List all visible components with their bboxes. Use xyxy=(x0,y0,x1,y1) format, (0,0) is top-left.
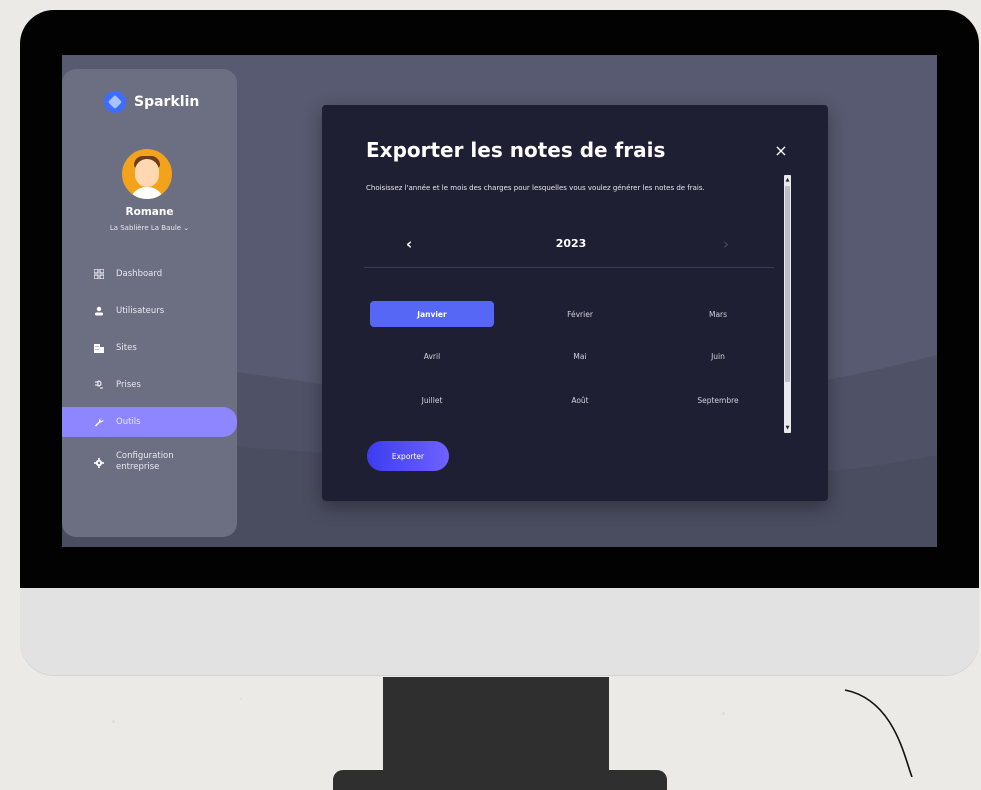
month-button-juin[interactable]: Juin xyxy=(656,343,780,369)
month-button-avril[interactable]: Avril xyxy=(370,343,494,369)
scroll-up-icon[interactable]: ▲ xyxy=(784,175,791,185)
avatar-shirt xyxy=(130,187,164,199)
site-selector[interactable]: La Sablière La Baule ⌄ xyxy=(62,224,237,232)
month-button-septembre[interactable]: Septembre xyxy=(656,387,780,413)
gear-icon xyxy=(93,457,105,469)
export-modal: Exporter les notes de frais × Choisissez… xyxy=(322,105,828,501)
month-button-fevrier[interactable]: Février xyxy=(518,301,642,327)
month-button-aout[interactable]: Août xyxy=(518,387,642,413)
plug-icon xyxy=(93,379,105,391)
monitor-stand-neck xyxy=(383,677,609,777)
sidebar-item-configuration-entreprise[interactable]: Configuration entreprise xyxy=(62,447,237,487)
month-button-juillet[interactable]: Juillet xyxy=(370,387,494,413)
grid-icon xyxy=(93,268,105,280)
background-speck xyxy=(722,712,725,715)
sidebar-item-label: Dashboard xyxy=(116,269,163,279)
background-speck xyxy=(240,698,242,700)
user-icon xyxy=(93,305,105,317)
scroll-down-icon[interactable]: ▼ xyxy=(784,423,791,433)
month-button-janvier[interactable]: Janvier xyxy=(370,301,494,327)
sidebar-item-sites[interactable]: Sites xyxy=(62,333,237,363)
sidebar-item-label: Utilisateurs xyxy=(116,306,165,316)
sparklin-logo-icon xyxy=(104,91,126,113)
scrollbar[interactable]: ▲ ▼ xyxy=(784,175,791,433)
building-icon xyxy=(93,342,105,354)
sidebar-item-prises[interactable]: Prises xyxy=(62,370,237,400)
sidebar-item-outils[interactable]: Outils xyxy=(62,407,237,437)
app-screen: Sparklin Romane La Sablière La Baule ⌄ D… xyxy=(62,55,937,547)
monitor-stand-base xyxy=(333,770,667,790)
sidebar-item-label: Outils xyxy=(116,417,141,427)
avatar[interactable] xyxy=(122,149,172,199)
sidebar-item-label: Prises xyxy=(116,380,141,390)
year-navigator: ‹ 2023 › xyxy=(366,231,776,261)
year-label: 2023 xyxy=(555,237,587,250)
sidebar: Sparklin Romane La Sablière La Baule ⌄ D… xyxy=(62,69,237,537)
month-button-mai[interactable]: Mai xyxy=(518,343,642,369)
close-icon[interactable]: × xyxy=(773,143,789,159)
divider xyxy=(364,267,774,268)
brand-name: Sparklin xyxy=(134,94,200,110)
sidebar-item-utilisateurs[interactable]: Utilisateurs xyxy=(62,296,237,326)
avatar-face xyxy=(135,159,159,187)
modal-description: Choisissez l'année et le mois des charge… xyxy=(366,184,705,192)
month-grid: Janvier Février Mars Avril Mai Juin Juil… xyxy=(370,301,778,431)
sidebar-item-dashboard[interactable]: Dashboard xyxy=(62,259,237,289)
sidebar-item-label: Configuration entreprise xyxy=(116,451,174,472)
scrollbar-thumb[interactable] xyxy=(785,186,790,382)
user-name: Romane xyxy=(125,206,174,218)
export-button[interactable]: Exporter xyxy=(367,441,449,471)
chevron-right-icon[interactable]: › xyxy=(723,235,729,253)
wrench-icon xyxy=(93,416,105,428)
background-speck xyxy=(112,720,115,723)
modal-title: Exporter les notes de frais xyxy=(366,138,666,162)
sidebar-item-label: Sites xyxy=(116,343,137,353)
month-button-mars[interactable]: Mars xyxy=(656,301,780,327)
brand[interactable]: Sparklin xyxy=(104,91,199,113)
